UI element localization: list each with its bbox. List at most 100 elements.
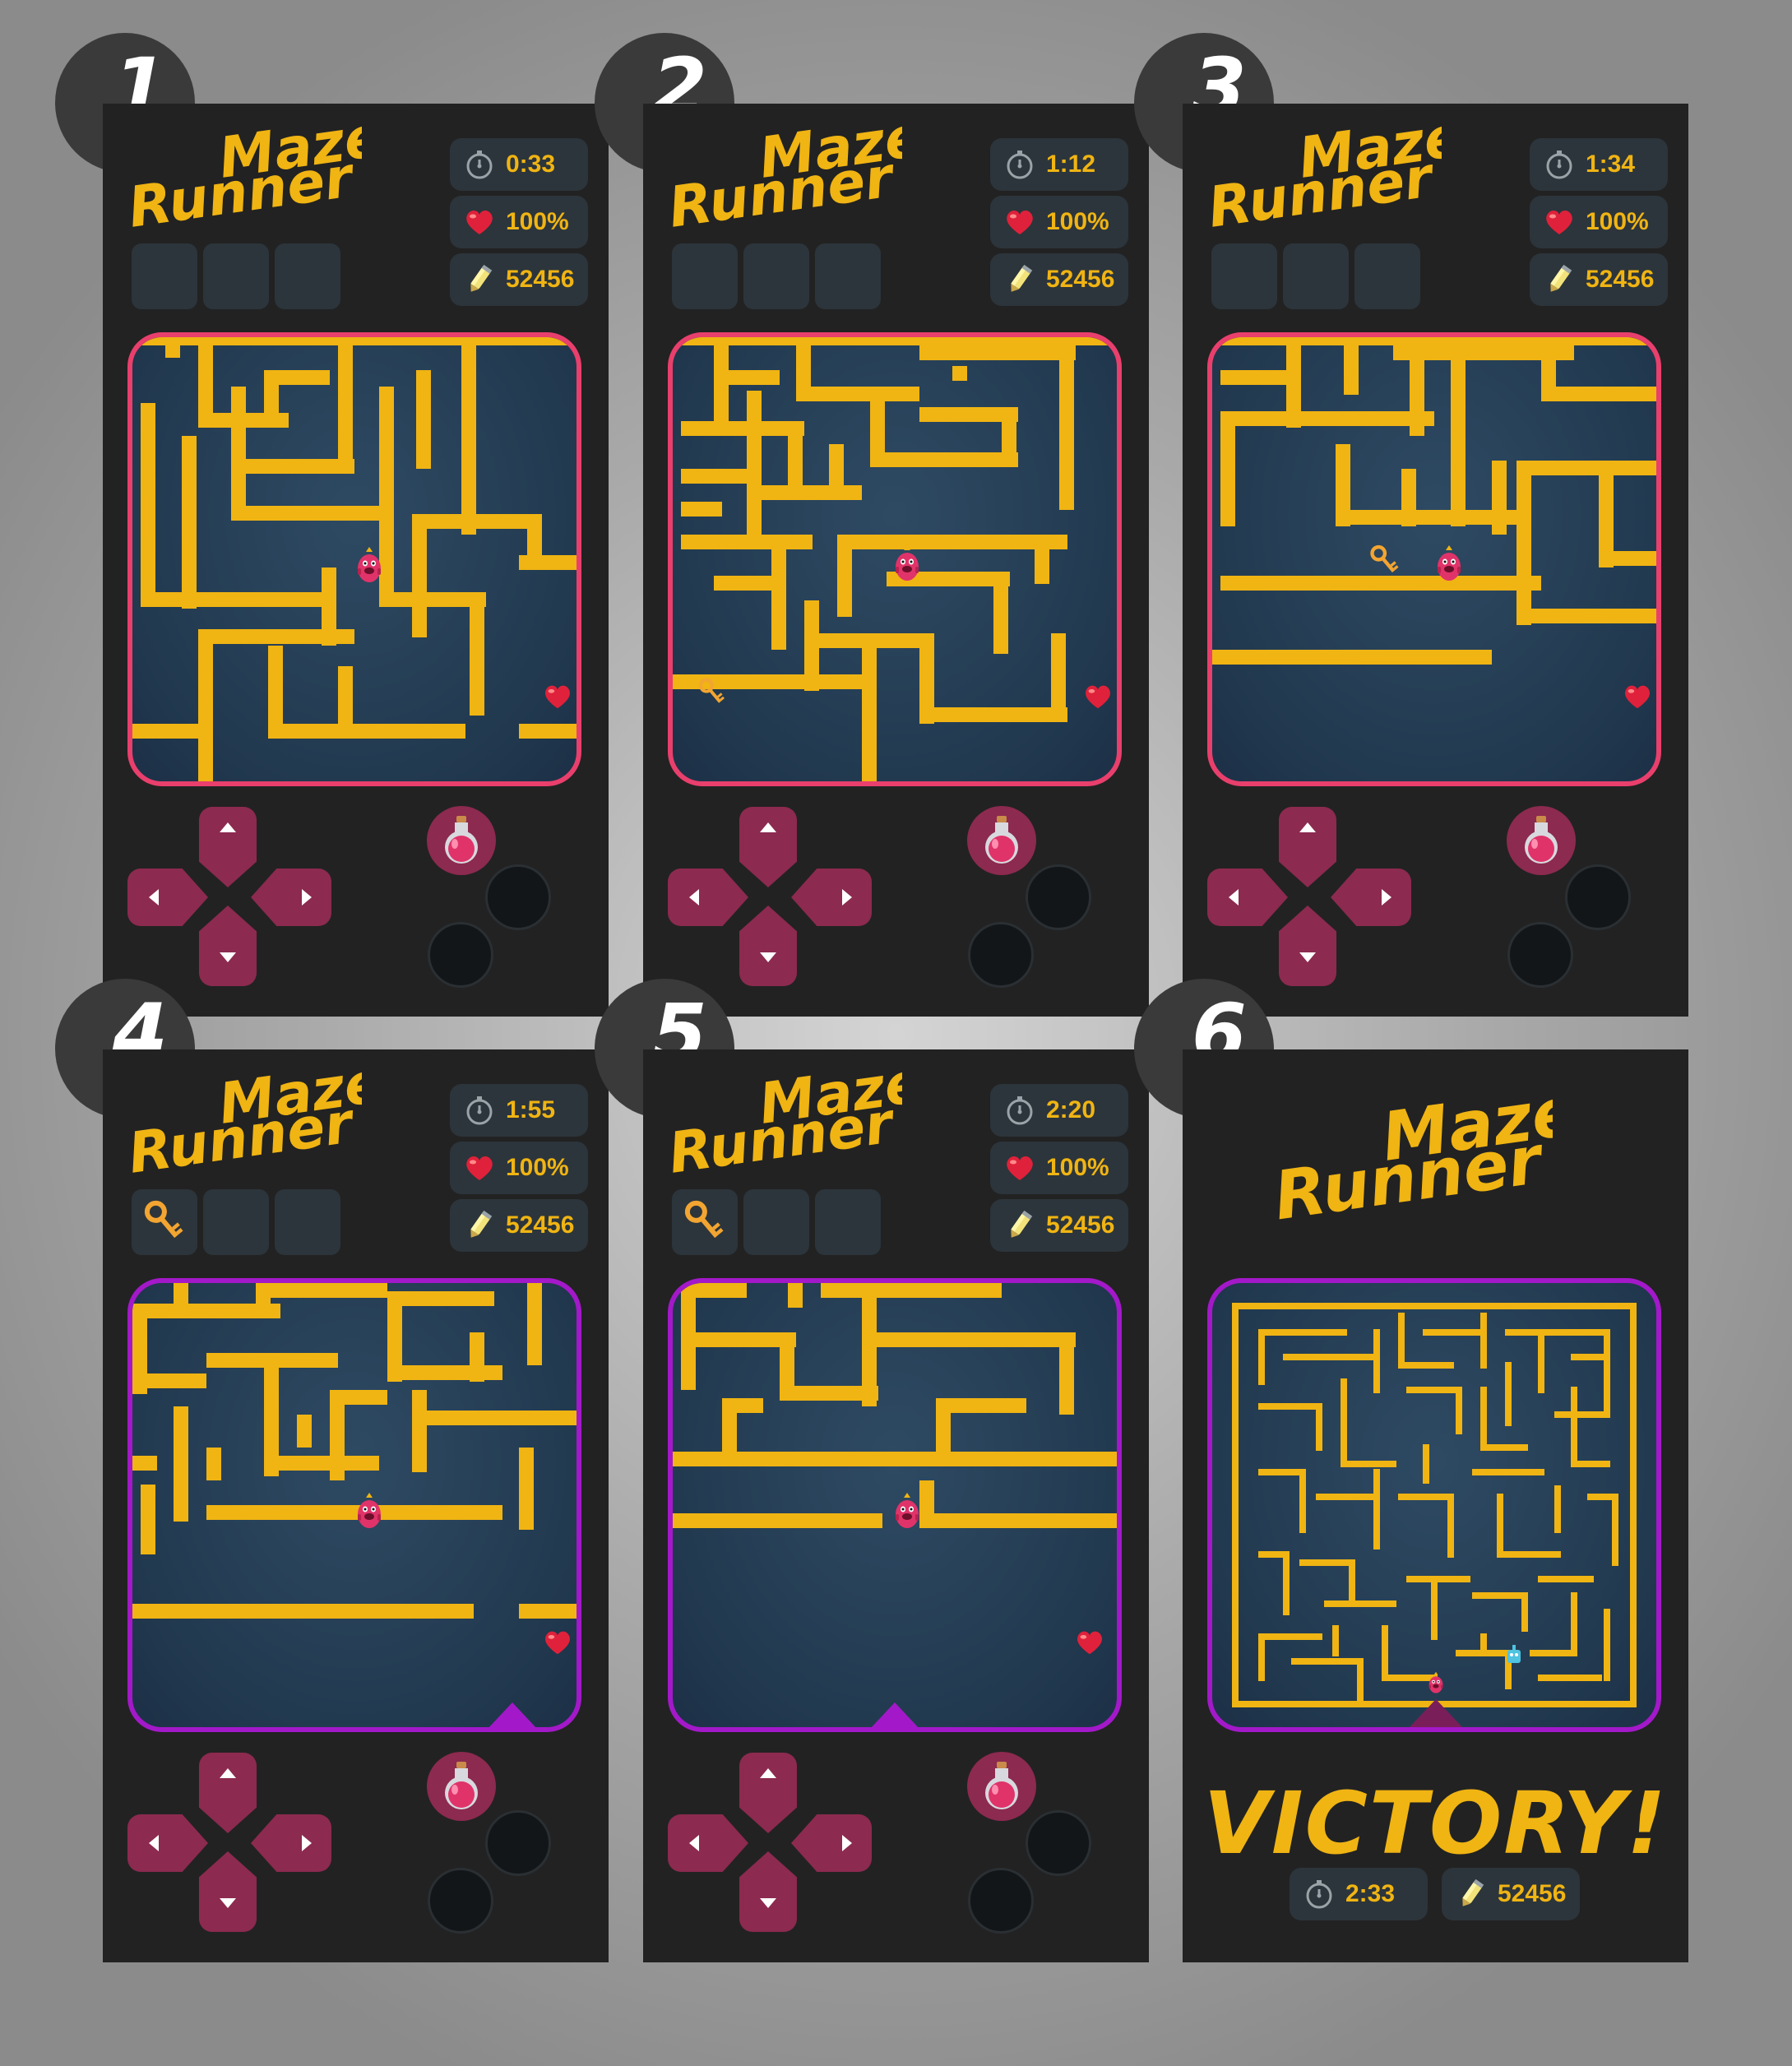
inventory-slot-2 [1283,243,1349,309]
dpad-left-button[interactable] [668,1814,748,1872]
pencil-coin-icon [1003,263,1036,296]
inventory-slot-2 [203,243,269,309]
timer-panel: 0:33 [450,138,588,191]
maze-viewport [1207,332,1661,786]
inventory-slot-3 [1354,243,1420,309]
final-score-panel: 52456 [1442,1868,1580,1920]
dpad-right-button[interactable] [251,869,331,926]
monster-player-icon [1433,543,1466,584]
dpad-up-button[interactable] [739,1753,797,1833]
arrow-right-icon [842,1835,852,1851]
dpad-down-button[interactable] [199,1851,257,1932]
health-panel: 100% [990,196,1128,248]
dpad-right-button[interactable] [791,869,872,926]
score-value: 52456 [1586,266,1655,293]
heart-pickup-icon [1622,681,1653,712]
monster-player-icon [353,1490,386,1531]
potion-button[interactable] [967,806,1036,875]
dpad-up-button[interactable] [199,1753,257,1833]
action-button-a[interactable] [1026,864,1091,930]
dpad-up-button[interactable] [739,807,797,887]
score-value: 52456 [1046,266,1115,293]
dpad-down-button[interactable] [739,906,797,986]
dpad-right-button[interactable] [791,1814,872,1872]
arrow-left-icon [689,889,699,906]
dpad-left-button[interactable] [668,869,748,926]
dpad-down-button[interactable] [1279,906,1336,986]
inventory-slot-1 [1211,243,1277,309]
health-value: 100% [506,208,569,235]
inventory-slot-2 [743,1189,809,1255]
pencil-coin-icon [1003,1209,1036,1242]
potion-button[interactable] [967,1752,1036,1821]
dpad-down-button[interactable] [199,906,257,986]
action-button-a[interactable] [485,1810,551,1876]
health-value: 100% [1046,208,1109,235]
pencil-coin-icon [463,1209,496,1242]
heart-icon [463,1151,496,1184]
dpad-left-button[interactable] [127,869,208,926]
timer-value: 0:33 [506,151,556,178]
arrow-right-icon [1382,889,1391,906]
arrow-up-icon [760,1768,776,1778]
arrow-left-icon [689,1835,699,1851]
arrow-down-icon [1299,952,1316,962]
heart-pickup-icon [542,1627,573,1658]
game-logo: Maze Runner [124,1050,386,1187]
action-button-a[interactable] [1026,1810,1091,1876]
stopwatch-icon [1003,148,1036,181]
key-icon [680,1197,729,1247]
game-logo: Maze Runner [1204,104,1466,241]
timer-value: 1:12 [1046,151,1096,178]
potion-icon [1516,814,1566,867]
action-button-b[interactable] [428,922,493,988]
inventory-slot-3 [275,243,340,309]
potion-button[interactable] [427,1752,496,1821]
maze-walls [1232,1303,1637,1707]
action-button-b[interactable] [968,922,1034,988]
heart-icon [463,206,496,239]
maze-viewport [668,332,1122,786]
action-button-a[interactable] [485,864,551,930]
timer-panel: 2:20 [990,1084,1128,1137]
game-logo: Maze Runner [664,1050,926,1187]
action-button-b[interactable] [1507,922,1573,988]
inventory-slot-2 [743,243,809,309]
potion-button[interactable] [427,806,496,875]
game-screen-4: Maze Runner 1:55 100% 52456 [103,1049,609,1962]
rival-robot-icon [1507,1645,1521,1663]
arrow-left-icon [1229,889,1239,906]
inventory-slot-1 [672,1189,738,1255]
final-score-value: 52456 [1498,1880,1567,1907]
key-pickup-icon [1367,543,1403,579]
monster-player-icon [1426,1670,1446,1696]
action-button-b[interactable] [428,1868,493,1934]
potion-button[interactable] [1507,806,1576,875]
dpad-left-button[interactable] [1207,869,1288,926]
arrow-down-icon [760,952,776,962]
action-button-a[interactable] [1565,864,1631,930]
health-value: 100% [506,1154,569,1181]
inventory-slot-1 [132,1189,197,1255]
pencil-coin-icon [1543,263,1576,296]
monster-player-icon [891,543,924,584]
key-icon [140,1197,189,1247]
pencil-coin-icon [463,263,496,296]
dpad-up-button[interactable] [1279,807,1336,887]
timer-value: 1:34 [1586,151,1636,178]
arrow-left-icon [149,889,159,906]
dpad-down-button[interactable] [739,1851,797,1932]
maze-viewport [127,1278,581,1732]
timer-panel: 1:55 [450,1084,588,1137]
dpad-right-button[interactable] [1331,869,1411,926]
dpad-left-button[interactable] [127,1814,208,1872]
inventory-slot-3 [275,1189,340,1255]
dpad-right-button[interactable] [251,1814,331,1872]
arrow-down-icon [220,952,236,962]
game-logo: Maze Runner [124,104,386,241]
score-panel: 52456 [450,253,588,306]
game-screen-1: Maze Runner 0:33 100% 52456 [103,104,609,1017]
dpad-up-button[interactable] [199,807,257,887]
action-button-b[interactable] [968,1868,1034,1934]
potion-icon [437,1760,486,1813]
